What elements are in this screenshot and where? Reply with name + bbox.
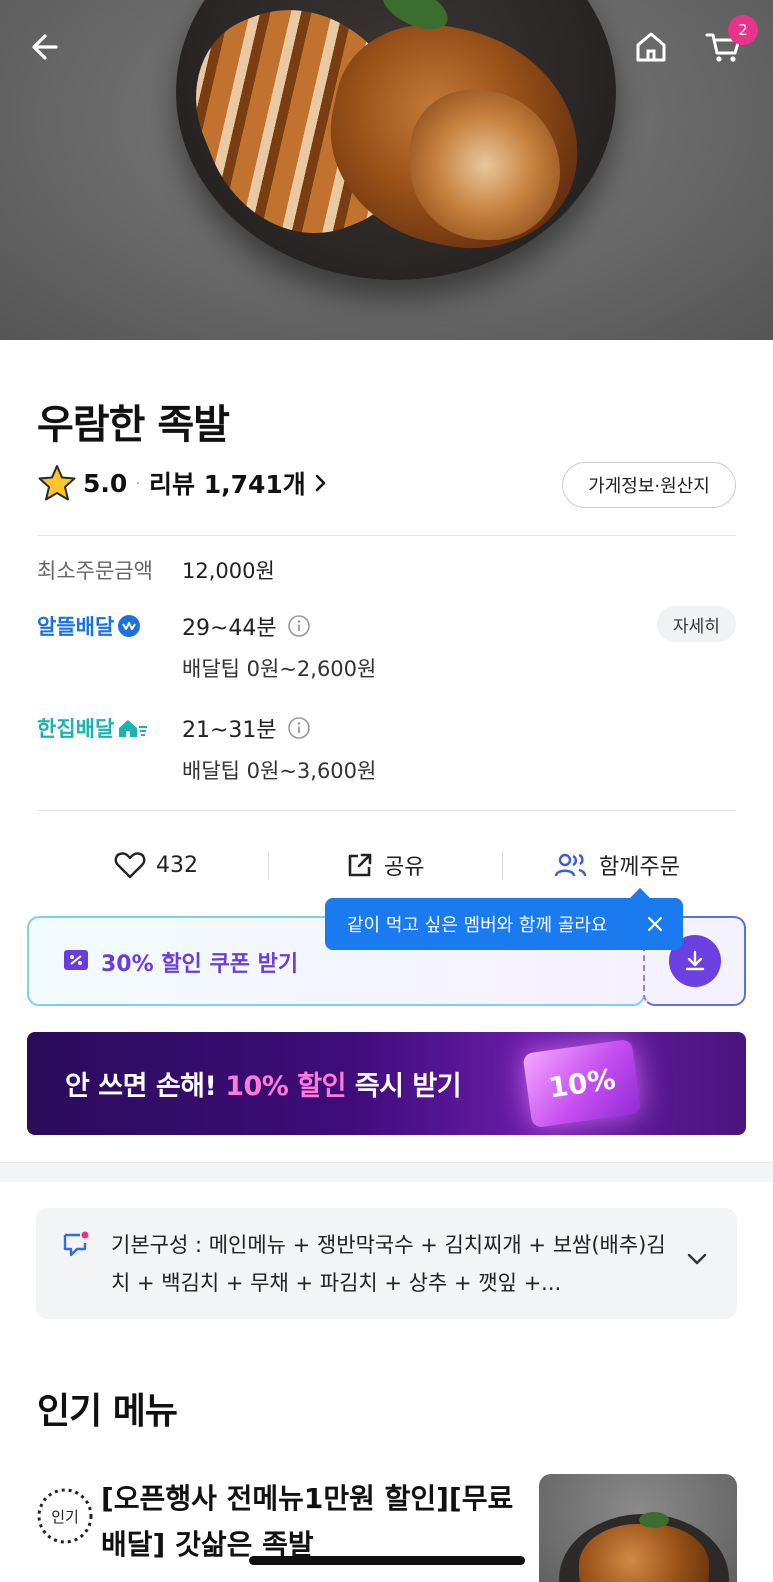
menu-item-name[interactable]: [오픈행사 전메뉴1만원 할인][무료배달] 갓삶은 족발 bbox=[101, 1476, 521, 1568]
share-button[interactable]: 공유 bbox=[346, 840, 424, 890]
cart-count-badge: 2 bbox=[728, 15, 758, 45]
banner-text-highlight: 10% 할인 bbox=[225, 1071, 346, 1102]
store-name: 우람한 족발 bbox=[37, 402, 230, 448]
info-icon[interactable] bbox=[287, 614, 311, 638]
chevron-down-icon[interactable] bbox=[686, 1252, 708, 1266]
separator bbox=[502, 852, 503, 880]
ticket-label: 10% bbox=[546, 1062, 618, 1105]
separator-dot: · bbox=[135, 472, 142, 494]
review-count: 리뷰 1,741개 bbox=[149, 470, 306, 499]
home-indicator bbox=[249, 1556, 525, 1565]
popular-menu-title: 인기 메뉴 bbox=[37, 1391, 178, 1432]
home-button[interactable] bbox=[628, 24, 674, 70]
arrow-left-icon bbox=[32, 34, 58, 60]
altteul-delivery-tip: 배달팁 0원~2,600원 bbox=[182, 657, 377, 681]
min-order-label: 최소주문금액 bbox=[37, 559, 153, 583]
garnish-image bbox=[639, 1512, 669, 1528]
coupon-label: 30% 할인 쿠폰 받기 bbox=[101, 952, 299, 977]
home-icon bbox=[636, 32, 666, 62]
hanjip-house-icon bbox=[119, 720, 148, 737]
divider bbox=[37, 535, 736, 536]
hanjip-delivery-label: 한집배달 bbox=[37, 713, 150, 743]
store-info-button[interactable]: 가게정보·원산지 bbox=[562, 462, 736, 508]
coupon-icon bbox=[64, 950, 88, 970]
back-button[interactable] bbox=[22, 24, 68, 70]
group-order-tooltip: 같이 먹고 싶은 멤버와 함께 골라요 bbox=[325, 888, 683, 950]
delivery-detail-button[interactable]: 자세히 bbox=[657, 606, 736, 642]
tooltip-close-button[interactable] bbox=[643, 912, 667, 936]
altteul-badge-icon bbox=[118, 615, 141, 637]
group-order-button[interactable]: 함께주문 bbox=[553, 840, 680, 890]
discount-ticket-image: 10% bbox=[522, 1038, 642, 1129]
separator bbox=[268, 852, 269, 880]
share-icon bbox=[348, 853, 372, 877]
basic-composition-text: 기본구성 : 메인메뉴 + 쟁반막국수 + 김치찌개 + 보쌈(배추)김치 + … bbox=[111, 1233, 666, 1295]
rating-value: 5.0 bbox=[83, 468, 128, 498]
download-icon bbox=[685, 950, 705, 971]
chevron-right-icon bbox=[315, 474, 326, 492]
action-bar: 432 공유 함께주문 bbox=[0, 840, 773, 890]
banner-text-after: 즉시 받기 bbox=[345, 1071, 462, 1102]
divider bbox=[37, 810, 736, 811]
altteul-delivery-time: 29~44분 bbox=[182, 610, 311, 642]
banner-text: 안 쓰면 손해! 10% 할인 즉시 받기 bbox=[65, 1064, 462, 1103]
like-button[interactable]: 432 bbox=[114, 840, 198, 890]
delivery-time: 21~31분 bbox=[182, 718, 277, 743]
hanjip-delivery-time: 21~31분 bbox=[182, 712, 311, 744]
info-icon[interactable] bbox=[287, 716, 311, 740]
close-icon bbox=[647, 916, 663, 932]
review-link[interactable]: 리뷰 1,741개 bbox=[149, 465, 328, 501]
hanjip-delivery-tip: 배달팁 0원~3,600원 bbox=[182, 759, 377, 783]
delivery-name: 한집배달 bbox=[37, 717, 115, 741]
min-order-value: 12,000원 bbox=[182, 559, 275, 583]
menu-item-thumbnail[interactable] bbox=[539, 1474, 737, 1582]
delivery-name: 알뜰배달 bbox=[37, 615, 115, 639]
rating-row: 5.0 · 리뷰 1,741개 bbox=[37, 463, 328, 503]
basic-composition-box[interactable]: 기본구성 : 메인메뉴 + 쟁반막국수 + 김치찌개 + 보쌈(배추)김치 + … bbox=[36, 1208, 737, 1319]
star-icon bbox=[38, 465, 76, 501]
delivery-time: 29~44분 bbox=[182, 616, 277, 641]
group-users-icon bbox=[554, 853, 587, 877]
popular-badge-label: 인기 bbox=[51, 1507, 79, 1526]
popular-badge: 인기 bbox=[36, 1487, 94, 1545]
section-divider bbox=[0, 1162, 773, 1182]
like-count: 432 bbox=[156, 852, 198, 878]
chat-notice-icon bbox=[63, 1231, 89, 1257]
banner-text-before: 안 쓰면 손해! bbox=[65, 1071, 226, 1102]
promo-banner[interactable]: 안 쓰면 손해! 10% 할인 즉시 받기 10% bbox=[27, 1032, 746, 1135]
tooltip-text: 같이 먹고 싶은 멤버와 함께 골라요 bbox=[347, 915, 608, 936]
heart-icon bbox=[114, 852, 146, 879]
altteul-delivery-label: 알뜰배달 bbox=[37, 611, 141, 641]
share-label: 공유 bbox=[384, 855, 425, 880]
group-order-label: 함께주문 bbox=[599, 855, 680, 880]
